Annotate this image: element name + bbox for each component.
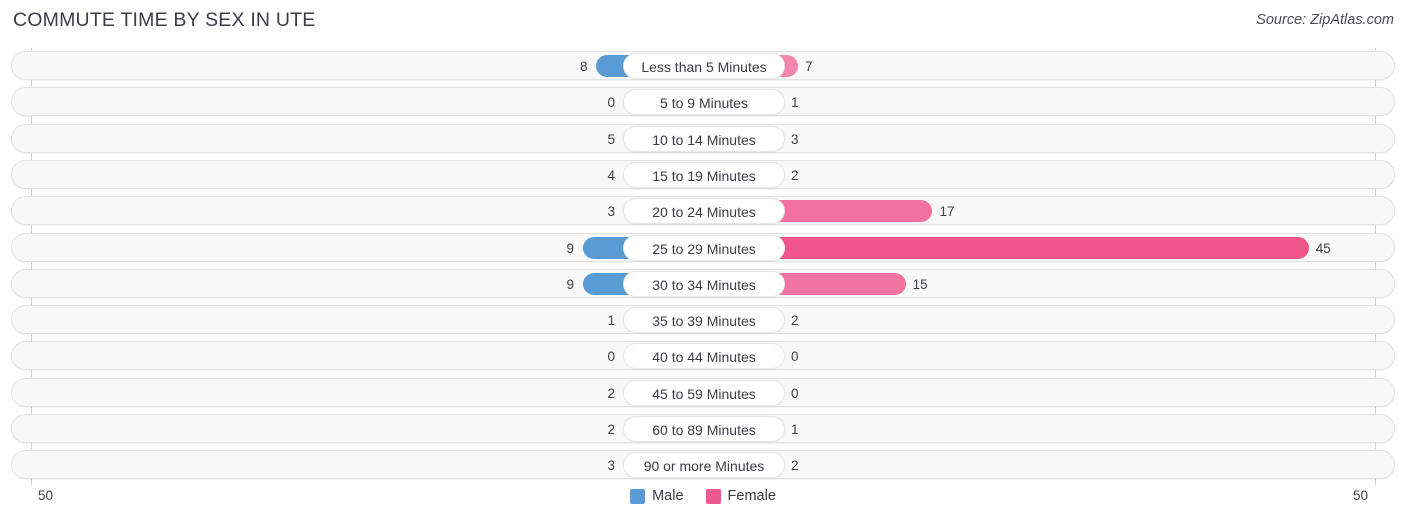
table-row: 5 3 10 to 14 Minutes xyxy=(11,123,1395,153)
legend-item-male[interactable]: Male xyxy=(630,488,684,504)
table-row: 1 2 35 to 39 Minutes xyxy=(11,305,1395,335)
legend-item-label: Male xyxy=(652,488,684,504)
category-label: 10 to 14 Minutes xyxy=(623,125,785,152)
value-label-female: 0 xyxy=(791,385,799,401)
category-label: 5 to 9 Minutes xyxy=(623,89,785,116)
category-label: 35 to 39 Minutes xyxy=(623,307,785,334)
table-row: 9 45 25 to 29 Minutes xyxy=(11,232,1395,262)
legend-swatch-icon xyxy=(630,488,646,504)
table-row: 3 17 20 to 24 Minutes xyxy=(11,196,1395,226)
value-label-female: 2 xyxy=(791,313,799,329)
value-label-male: 2 xyxy=(607,422,615,437)
table-row: 3 2 90 or more Minutes xyxy=(11,450,1395,480)
table-row: 0 1 5 to 9 Minutes xyxy=(11,87,1395,117)
category-label: 60 to 89 Minutes xyxy=(623,416,785,442)
value-label-female: 1 xyxy=(791,95,799,111)
legend-swatch-icon xyxy=(705,488,721,504)
category-label: 90 or more Minutes xyxy=(623,452,785,479)
chart-header: COMMUTE TIME BY SEX IN UTE Source: ZipAt… xyxy=(0,0,1406,44)
value-label-male: 3 xyxy=(607,204,615,220)
value-label-female: 15 xyxy=(912,276,928,292)
value-label-male: 0 xyxy=(607,349,615,365)
table-row: 2 0 45 to 59 Minutes xyxy=(11,377,1395,407)
value-label-male: 9 xyxy=(566,276,575,292)
value-label-male: 8 xyxy=(579,59,588,74)
value-label-male: 9 xyxy=(566,240,575,256)
value-label-male: 3 xyxy=(607,458,615,474)
chart-plot-area: 8 7 Less than 5 Minutes 0 1 5 to 9 Minutes 5 3 1… xyxy=(0,48,1406,486)
value-label-male: 0 xyxy=(607,95,615,111)
value-label-female: 1 xyxy=(791,422,799,437)
value-label-female: 3 xyxy=(791,131,799,147)
table-row: 4 2 15 to 19 Minutes xyxy=(11,159,1395,189)
category-label: 30 to 34 Minutes xyxy=(623,270,785,297)
category-label: 45 to 59 Minutes xyxy=(623,379,785,406)
chart-footer: 50 50 Male Female xyxy=(0,486,1406,522)
category-label: 40 to 44 Minutes xyxy=(623,343,785,370)
value-label-female: 2 xyxy=(791,458,799,474)
value-label-female: 2 xyxy=(791,167,799,183)
value-label-female: 17 xyxy=(939,204,955,220)
value-label-female: 7 xyxy=(805,59,813,74)
value-label-female: 0 xyxy=(791,349,799,365)
table-row: 2 1 60 to 89 Minutes xyxy=(11,414,1395,443)
table-row: 8 7 Less than 5 Minutes xyxy=(11,51,1395,80)
category-label: Less than 5 Minutes xyxy=(623,53,785,79)
value-label-female: 45 xyxy=(1315,240,1331,256)
table-row: 9 15 30 to 34 Minutes xyxy=(11,268,1395,298)
legend-item-label: Female xyxy=(727,488,776,504)
value-label-male: 4 xyxy=(607,167,615,183)
value-label-male: 1 xyxy=(607,313,615,329)
table-row: 0 0 40 to 44 Minutes xyxy=(11,341,1395,371)
value-label-male: 2 xyxy=(607,385,615,401)
bar-female xyxy=(704,236,1309,259)
source-attribution: Source: ZipAtlas.com xyxy=(1256,12,1394,28)
page-title: COMMUTE TIME BY SEX IN UTE xyxy=(13,9,316,31)
category-label: 25 to 29 Minutes xyxy=(623,234,785,261)
chart-legend: Male Female xyxy=(0,488,1406,504)
value-label-male: 5 xyxy=(607,131,615,147)
legend-item-female[interactable]: Female xyxy=(705,488,776,504)
category-label: 15 to 19 Minutes xyxy=(623,161,785,188)
category-label: 20 to 24 Minutes xyxy=(623,198,785,225)
